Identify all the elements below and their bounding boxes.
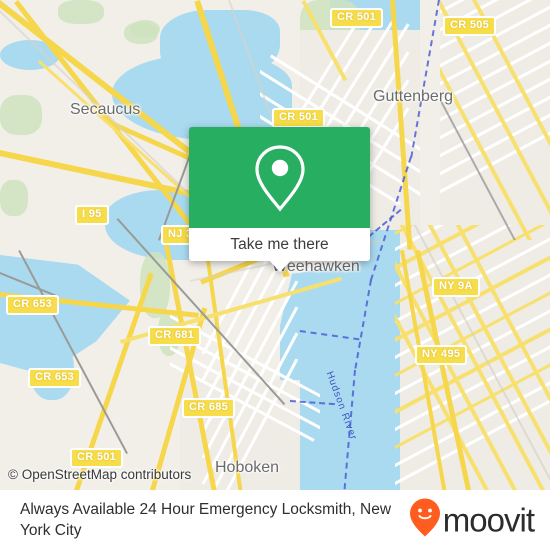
park-area-1	[58, 0, 104, 24]
road-shield-cr501-bottom: CR 501	[70, 448, 124, 468]
road-shield-cr681: CR 681	[148, 326, 202, 346]
place-label-secaucus: Secaucus	[70, 101, 141, 118]
map-canvas[interactable]: Hudson River Secaucus Guttenberg Weehawk…	[0, 0, 550, 490]
place-label-guttenberg: Guttenberg	[373, 88, 454, 105]
footer-bar: Always Available 24 Hour Emergency Locks…	[0, 490, 550, 550]
take-me-there-button[interactable]: Take me there	[189, 228, 370, 261]
road-shield-cr653-upper: CR 653	[6, 295, 60, 315]
road-shield-cr505: CR 505	[443, 16, 497, 36]
road-shield-cr501-top: CR 501	[330, 8, 384, 28]
osm-attribution[interactable]: © OpenStreetMap contributors	[8, 467, 191, 482]
poi-card-image-area	[189, 127, 370, 228]
moovit-logo[interactable]: moovit	[409, 498, 535, 542]
moovit-wordmark: moovit	[442, 501, 535, 539]
place-label-hoboken: Hoboken	[215, 459, 280, 476]
moovit-smiley-pin-icon	[409, 498, 440, 542]
poi-title: Always Available 24 Hour Emergency Locks…	[20, 501, 392, 539]
poi-card-pointer	[268, 260, 291, 272]
road-shield-cr501-mid: CR 501	[272, 108, 326, 128]
park-area-12	[0, 180, 28, 216]
park-area-5	[0, 95, 42, 135]
road-shield-cr653-lower: CR 653	[28, 368, 82, 388]
road-shield-ny9a: NY 9A	[432, 277, 480, 297]
park-area-3	[130, 20, 160, 38]
location-pin-icon	[252, 143, 308, 213]
map-screenshot: Hudson River Secaucus Guttenberg Weehawk…	[0, 0, 550, 550]
poi-callout-card[interactable]: Take me there	[189, 127, 370, 272]
take-me-there-label: Take me there	[230, 235, 329, 253]
uptown-street-grid	[440, 0, 550, 240]
road-shield-i95: I 95	[75, 205, 109, 225]
road-shield-ny495: NY 495	[415, 345, 468, 365]
road-shield-cr685: CR 685	[182, 398, 236, 418]
